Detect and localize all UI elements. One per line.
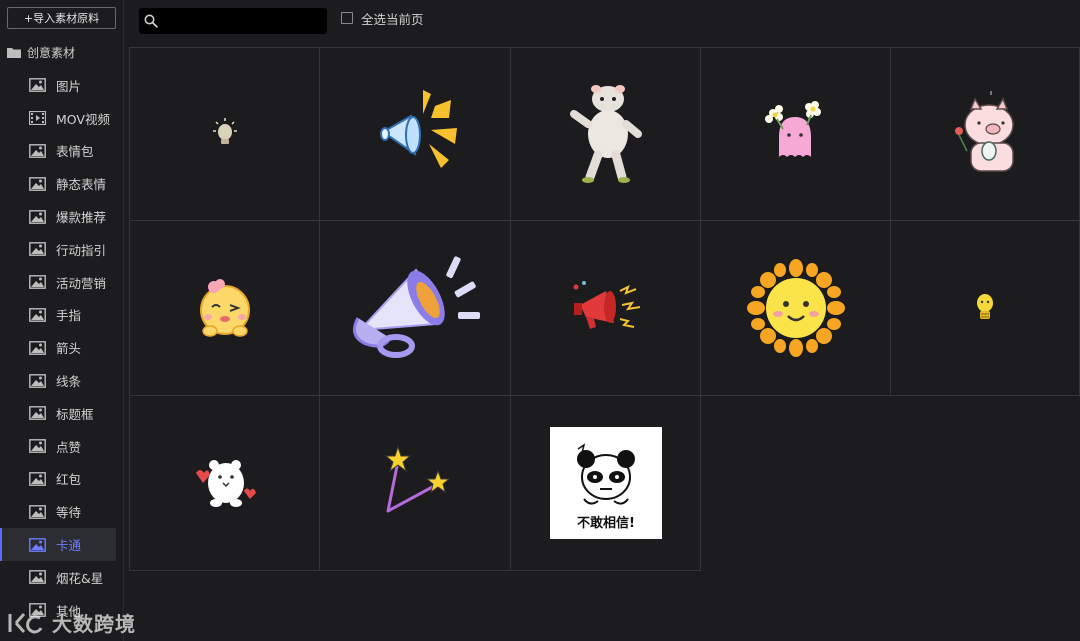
category-label: 创意素材 [27, 45, 76, 60]
image-icon [29, 439, 46, 454]
search-box[interactable] [139, 8, 327, 34]
search-input[interactable] [164, 14, 314, 28]
image-icon [29, 144, 46, 158]
image-icon [29, 406, 46, 421]
megaphone-sticker [380, 90, 457, 168]
panda-caption: 不敢相信! [577, 515, 635, 531]
image-icon [29, 504, 46, 519]
purple-megaphone-sticker [352, 256, 480, 358]
dancing-hamster-sticker [569, 85, 642, 183]
image-icon [29, 209, 46, 224]
image-icon [29, 340, 46, 355]
sidebar-item-11[interactable]: 标题框 [0, 397, 116, 430]
image-icon [29, 308, 46, 322]
sticker-cell-2[interactable] [319, 47, 511, 221]
sidebar-item-10[interactable]: 线条 [0, 364, 116, 397]
image-icon [29, 537, 46, 552]
sidebar-item-9[interactable]: 箭头 [0, 331, 116, 364]
sidebar-item-12[interactable]: 点赞 [0, 430, 116, 463]
sidebar-item-label: 卡通 [56, 538, 82, 554]
sidebar-item-label: 行动指引 [56, 242, 107, 258]
sidebar-item-3[interactable]: 表情包 [0, 135, 116, 168]
image-icon [29, 373, 46, 388]
sidebar-item-2[interactable]: MOV视频 [0, 102, 116, 135]
search-icon [144, 14, 158, 28]
image-icon [29, 78, 46, 93]
panda-meme-sticker: 不敢相信! [549, 427, 662, 539]
wink-face-sticker [199, 279, 250, 337]
star-wand-sticker [384, 445, 450, 513]
sidebar-item-14[interactable]: 等待 [0, 495, 116, 528]
sidebar-item-1[interactable]: 图片 [0, 69, 116, 102]
sidebar-item-6[interactable]: 行动指引 [0, 233, 116, 266]
image-icon [29, 570, 46, 585]
sticker-cell-7[interactable] [319, 220, 511, 396]
watermark-text: 大数跨境 [52, 612, 136, 636]
sticker-cell-8[interactable] [510, 220, 701, 396]
video-icon [29, 111, 46, 126]
sticker-cell-5[interactable] [890, 47, 1080, 221]
import-material-button[interactable]: +导入素材原料 [7, 7, 116, 29]
image-icon [29, 472, 46, 486]
sidebar-item-16[interactable]: 烟花&星 [0, 561, 116, 594]
image-icon [29, 275, 46, 290]
sidebar-item-label: 红包 [56, 472, 82, 488]
small-lightbulb-sticker [977, 294, 993, 319]
sidebar-item-label: 爆款推荐 [56, 210, 107, 226]
sidebar-item-13[interactable]: 红包 [0, 463, 116, 496]
pink-ghost-flowers-sticker [764, 101, 821, 157]
sticker-cell-4[interactable] [700, 47, 891, 221]
sticker-cell-11[interactable] [129, 395, 320, 571]
pig-sticker [955, 91, 1014, 172]
select-all-checkbox[interactable]: 全选当前页 [341, 9, 424, 27]
sticker-cell-1[interactable] [129, 47, 320, 221]
red-megaphone-sticker [573, 281, 640, 329]
sidebar-item-label: 点赞 [56, 439, 82, 455]
select-all-label: 全选当前页 [361, 11, 424, 27]
sidebar-item-label: 活动营销 [56, 275, 107, 291]
category-creative-material[interactable]: 创意素材 [7, 42, 75, 62]
sidebar-item-label: 标题框 [56, 406, 94, 422]
sidebar: +导入素材原料 创意素材 图片 MOV视频表情包静态表情爆款推荐行动指引活动营销手… [0, 0, 124, 641]
folder-icon [7, 47, 21, 58]
sidebar-item-label: 箭头 [56, 341, 82, 357]
sidebar-item-label: 线条 [56, 374, 82, 390]
sun-sticker [746, 259, 845, 357]
sticker-cell-12[interactable] [319, 395, 511, 571]
sidebar-item-8[interactable]: 手指 [0, 299, 116, 332]
sidebar-item-label: 等待 [56, 505, 82, 521]
lightbulb-sticker [212, 118, 237, 144]
sidebar-item-label: 图片 [56, 78, 82, 94]
watermark-logo-icon [8, 612, 43, 634]
image-icon [29, 242, 46, 257]
sidebar-menu: 图片 MOV视频表情包静态表情爆款推荐行动指引活动营销手指箭头线条标题框点赞红包等… [0, 69, 116, 627]
sidebar-item-label: MOV视频 [56, 111, 110, 127]
sidebar-item-label: 表情包 [56, 144, 94, 160]
sticker-cell-13[interactable]: 不敢相信! [510, 395, 701, 571]
sidebar-item-15[interactable]: 卡通 [0, 528, 116, 561]
sticker-cell-6[interactable] [129, 220, 320, 396]
sticker-cell-10[interactable] [890, 220, 1080, 396]
sidebar-item-5[interactable]: 爆款推荐 [0, 200, 116, 233]
sidebar-item-label: 烟花&星 [56, 570, 104, 586]
white-bear-sticker [195, 460, 256, 507]
sidebar-item-label: 静态表情 [56, 177, 107, 193]
watermark: 大数跨境 [6, 608, 136, 637]
image-icon [29, 176, 46, 191]
sidebar-item-7[interactable]: 活动营销 [0, 266, 116, 299]
sticker-cell-9[interactable] [700, 220, 891, 396]
checkbox-box[interactable] [341, 12, 353, 24]
sidebar-item-4[interactable]: 静态表情 [0, 167, 116, 200]
sticker-cell-3[interactable] [510, 47, 701, 221]
sidebar-item-label: 手指 [56, 308, 82, 324]
